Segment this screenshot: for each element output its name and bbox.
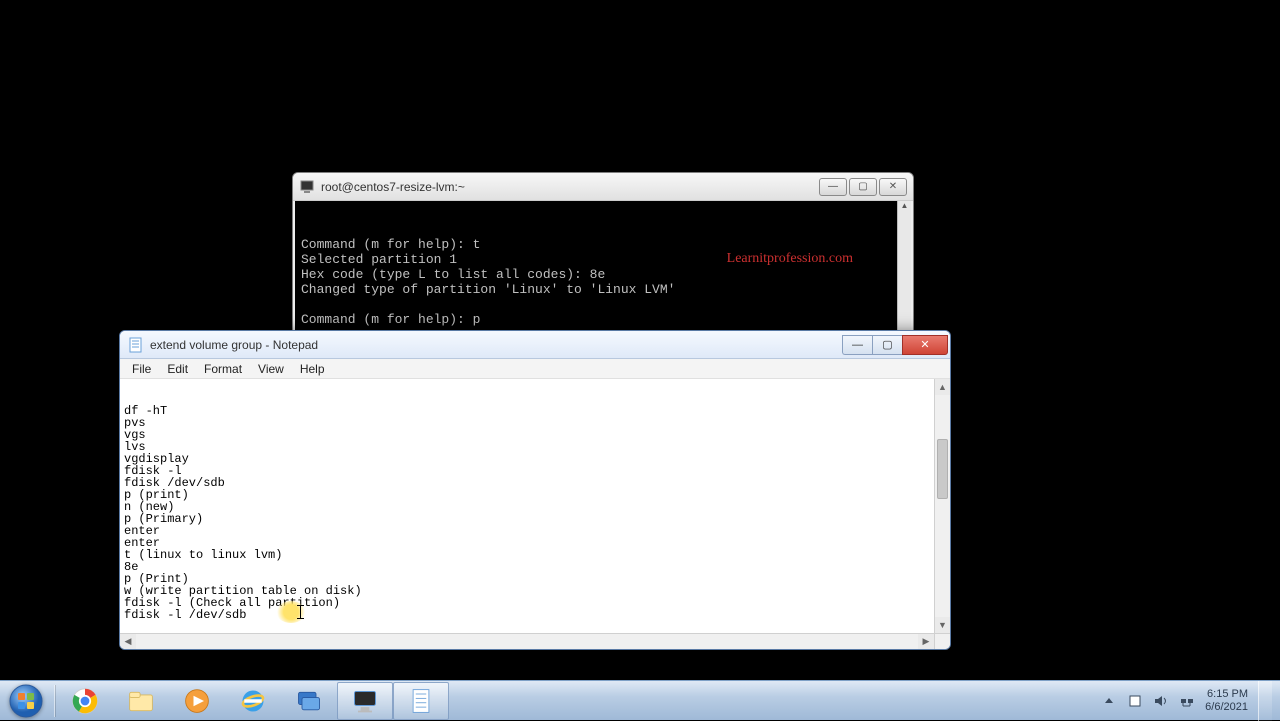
- clock-date: 6/6/2021: [1205, 701, 1248, 714]
- notepad-vertical-scrollbar[interactable]: ▲ ▼: [934, 379, 950, 633]
- scroll-right-icon[interactable]: ▶: [918, 634, 934, 649]
- putty-titlebar[interactable]: root@centos7-resize-lvm:~ — ▢ ✕: [293, 173, 913, 201]
- tray-show-hidden-icon[interactable]: [1101, 693, 1117, 709]
- putty-close-button[interactable]: ✕: [879, 178, 907, 196]
- menu-view[interactable]: View: [250, 361, 292, 377]
- text-cursor-icon: [300, 605, 301, 619]
- notepad-window[interactable]: extend volume group - Notepad — ▢ ✕ File…: [119, 330, 951, 650]
- notepad-maximize-button[interactable]: ▢: [872, 335, 902, 355]
- show-desktop-button[interactable]: [1258, 681, 1272, 721]
- notepad-horizontal-scrollbar[interactable]: ◀ ▶: [120, 633, 934, 649]
- watermark-text: Learnitprofession.com: [727, 251, 853, 266]
- notepad-icon: [128, 337, 144, 353]
- notepad-titlebar[interactable]: extend volume group - Notepad — ▢ ✕: [120, 331, 950, 359]
- system-tray: 6:15 PM 6/6/2021: [1101, 681, 1280, 721]
- menu-format[interactable]: Format: [196, 361, 250, 377]
- notepad-close-button[interactable]: ✕: [902, 335, 948, 355]
- taskbar: 6:15 PM 6/6/2021: [0, 680, 1280, 720]
- start-button[interactable]: [0, 681, 52, 721]
- notepad-menubar: File Edit Format View Help: [120, 359, 950, 379]
- menu-edit[interactable]: Edit: [159, 361, 196, 377]
- putty-icon: [299, 179, 315, 195]
- taskbar-item-ie[interactable]: [225, 682, 281, 720]
- taskbar-item-vmware[interactable]: [281, 682, 337, 720]
- taskbar-item-wmplayer[interactable]: [169, 682, 225, 720]
- taskbar-clock[interactable]: 6:15 PM 6/6/2021: [1205, 688, 1248, 714]
- putty-minimize-button[interactable]: —: [819, 178, 847, 196]
- notepad-minimize-button[interactable]: —: [842, 335, 872, 355]
- taskbar-item-explorer[interactable]: [113, 682, 169, 720]
- notepad-text: df -hT pvs vgs lvs vgdisplay fdisk -l fd…: [124, 405, 948, 645]
- tray-volume-icon[interactable]: [1153, 693, 1169, 709]
- taskbar-item-chrome[interactable]: [57, 682, 113, 720]
- taskbar-item-notepad[interactable]: [393, 682, 449, 720]
- notepad-text-area[interactable]: df -hT pvs vgs lvs vgdisplay fdisk -l fd…: [120, 379, 950, 649]
- putty-maximize-button[interactable]: ▢: [849, 178, 877, 196]
- taskbar-item-putty[interactable]: [337, 682, 393, 720]
- clock-time: 6:15 PM: [1205, 688, 1248, 701]
- resize-grip-icon[interactable]: [934, 633, 950, 649]
- scroll-thumb[interactable]: [937, 439, 948, 499]
- menu-help[interactable]: Help: [292, 361, 333, 377]
- tray-network-icon[interactable]: [1179, 693, 1195, 709]
- scroll-left-icon[interactable]: ◀: [120, 634, 136, 649]
- scroll-down-icon[interactable]: ▼: [935, 617, 950, 633]
- putty-title: root@centos7-resize-lvm:~: [321, 180, 819, 194]
- notepad-title: extend volume group - Notepad: [150, 338, 842, 352]
- scroll-up-icon[interactable]: ▲: [935, 379, 950, 395]
- tray-flag-icon[interactable]: [1127, 693, 1143, 709]
- menu-file[interactable]: File: [124, 361, 159, 377]
